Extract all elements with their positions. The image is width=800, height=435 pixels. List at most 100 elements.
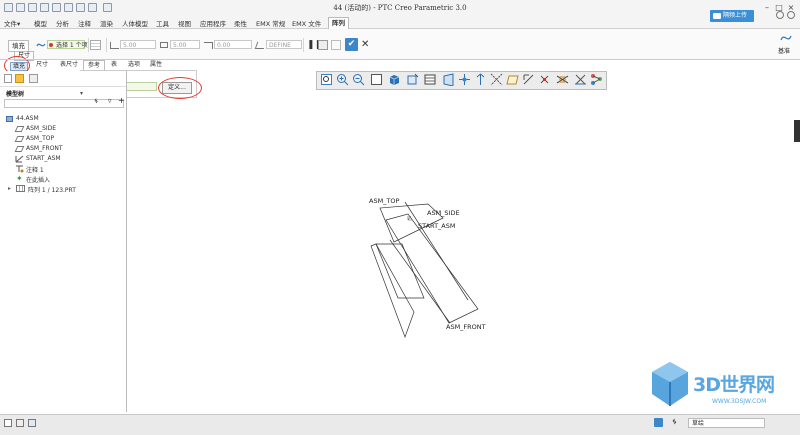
label-start-asm: START_ASM	[418, 222, 455, 230]
zoom-in-icon[interactable]	[336, 73, 349, 86]
minimize-icon[interactable]: –	[762, 3, 772, 12]
upload-button[interactable]: 隔频上传	[710, 10, 754, 22]
side-panel-toggle[interactable]	[794, 120, 800, 142]
repaint-icon[interactable]	[370, 73, 383, 86]
folder-icon[interactable]	[15, 74, 24, 83]
label-asm-front: ASM_FRONT	[446, 323, 486, 331]
watermark-text: 3D世界网	[693, 374, 775, 396]
spacing-icon	[110, 42, 119, 49]
perspective-icon[interactable]	[442, 73, 455, 86]
menu-emx-general[interactable]: EMX 常规	[256, 18, 285, 28]
tab-pattern[interactable]: 阵列	[328, 17, 349, 29]
network-display-icon[interactable]	[590, 73, 603, 86]
tree-item-asm-top[interactable]: ASM_TOP	[26, 135, 54, 142]
selection-filter-dropdown[interactable]: 草绘	[688, 418, 765, 428]
menu-manikin[interactable]: 人体模型	[122, 18, 148, 28]
note-icon	[16, 165, 24, 173]
tree-view-icon[interactable]	[4, 74, 12, 83]
annotation-display-icon[interactable]	[556, 73, 569, 86]
tab-dimensions[interactable]: 尺寸	[32, 60, 52, 70]
graphics-area[interactable]: ASM_TOP ASM_SIDE START_ASM ASM_FRONT	[128, 92, 798, 414]
layer-icon[interactable]	[29, 74, 38, 83]
tree-item-asm-side[interactable]: ASM_SIDE	[26, 125, 56, 132]
add-icon[interactable]: +	[118, 96, 125, 105]
grid-template-icon[interactable]	[90, 40, 101, 50]
tree-toggle-icon[interactable]	[4, 419, 12, 427]
sketch-icon[interactable]	[36, 40, 46, 50]
status-bar	[0, 414, 800, 435]
tab-options[interactable]: 选项	[124, 60, 144, 70]
display-style-icon[interactable]	[388, 73, 401, 86]
divider	[0, 86, 126, 87]
help-icon[interactable]	[776, 11, 784, 19]
saved-orientations-icon[interactable]	[406, 73, 419, 86]
datum-label[interactable]: 基准	[778, 46, 790, 55]
browser-toggle-icon[interactable]	[16, 419, 24, 427]
settings-icon[interactable]	[787, 11, 795, 19]
tree-settings-icon[interactable]: ▾	[80, 90, 83, 97]
tab-tables[interactable]: 表	[107, 60, 121, 70]
csys-display-icon[interactable]	[522, 73, 535, 86]
datum-plane-asm-front	[385, 213, 479, 324]
tab-table-dimensions[interactable]: 表尺寸	[56, 60, 82, 70]
menu-annotate[interactable]: 注释	[78, 18, 91, 28]
menu-tools[interactable]: 工具	[156, 18, 169, 28]
menu-render[interactable]: 渲染	[100, 18, 113, 28]
find-icon[interactable]: ᛃ	[94, 97, 98, 105]
window-title: 44 (活动的) - PTC Creo Parametric 3.0	[333, 4, 467, 12]
watermark-url: WWW.3DSJW.COM	[712, 398, 767, 405]
model-tree-header: 模型树	[6, 91, 25, 98]
full-screen-icon[interactable]	[28, 419, 36, 427]
spacing-field[interactable]: 5.00	[120, 40, 156, 49]
tree-search-input[interactable]	[4, 99, 124, 108]
model-tree-panel	[0, 71, 127, 412]
tree-item-note[interactable]: 注释 1	[26, 165, 44, 174]
expand-arrow-icon[interactable]: ▸	[8, 185, 11, 192]
dimension-display-icon[interactable]	[574, 73, 587, 86]
message-icon[interactable]	[654, 418, 663, 427]
menu-flexible[interactable]: 柔性	[234, 18, 247, 28]
radius-field[interactable]: DEFINE	[266, 40, 302, 49]
csys-icon	[15, 155, 24, 163]
upload-icon	[713, 12, 721, 19]
menu-view[interactable]: 视图	[178, 18, 191, 28]
ok-check-icon[interactable]: ✔	[345, 38, 358, 51]
cancel-x-icon[interactable]: ✕	[361, 38, 369, 51]
menu-model[interactable]: 模型	[34, 18, 47, 28]
preview-icon[interactable]	[318, 40, 328, 50]
insert-here-icon: ✦	[16, 174, 23, 183]
tree-item-insert-here[interactable]: 在此插入	[26, 175, 50, 184]
tree-item-assembly[interactable]: 44.ASM	[16, 115, 39, 122]
pattern-icon	[16, 185, 25, 192]
assembly-icon	[6, 116, 13, 122]
ribbon-tabs	[0, 16, 800, 29]
divider	[88, 38, 89, 52]
tree-item-start-asm[interactable]: START_ASM	[26, 155, 61, 162]
tree-item-pattern[interactable]: 阵列 1 / 123.PRT	[28, 185, 76, 194]
datum-display-icon[interactable]	[458, 73, 471, 86]
datum-icon[interactable]	[780, 32, 792, 44]
border-icon	[160, 42, 168, 48]
label-asm-top: ASM_TOP	[369, 197, 400, 205]
menu-emx-files[interactable]: EMX 文件	[292, 18, 321, 28]
watermark-logo	[652, 362, 688, 406]
zoom-out-icon[interactable]	[352, 73, 365, 86]
refit-icon[interactable]	[320, 73, 333, 86]
divider	[303, 38, 304, 52]
verify-icon[interactable]	[331, 40, 341, 50]
divider	[106, 38, 107, 52]
rotation-field[interactable]: 0.00	[214, 40, 252, 49]
tree-item-asm-front[interactable]: ASM_FRONT	[26, 145, 63, 152]
selection-filter-icon[interactable]: ᛃ	[672, 417, 677, 426]
axis-display-icon[interactable]	[490, 73, 503, 86]
filter-icon[interactable]: ▿	[108, 97, 112, 105]
tab-properties[interactable]: 属性	[146, 60, 166, 70]
border-field[interactable]: 5.00	[170, 40, 200, 49]
spin-center-icon[interactable]	[474, 73, 487, 86]
menu-analysis[interactable]: 分析	[56, 18, 69, 28]
menu-applications[interactable]: 应用程序	[200, 18, 226, 28]
plane-display-icon[interactable]	[506, 73, 519, 86]
view-manager-icon[interactable]	[424, 73, 437, 86]
point-display-icon[interactable]	[538, 73, 551, 86]
menu-file[interactable]: 文件▾	[4, 18, 20, 28]
